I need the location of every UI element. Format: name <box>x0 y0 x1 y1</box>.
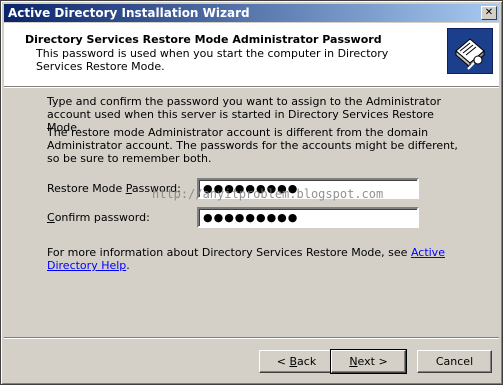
page-title: Directory Services Restore Mode Administ… <box>25 33 382 46</box>
close-button[interactable]: ✕ <box>481 6 497 20</box>
page-subtitle: This password is used when you start the… <box>36 47 389 73</box>
wizard-window: Active Directory Installation Wizard ✕ D… <box>0 0 503 385</box>
confirm-password-field[interactable]: ●●●●●●●●● <box>197 207 419 228</box>
back-button[interactable]: < Back <box>259 350 334 373</box>
window-title: Active Directory Installation Wizard <box>8 6 250 20</box>
close-icon: ✕ <box>484 7 494 18</box>
directory-book-icon <box>447 28 493 74</box>
next-button[interactable]: Next > <box>330 349 407 374</box>
watermark-text: http://anyitproblem.blogspot.com <box>152 187 384 201</box>
wizard-header: Directory Services Restore Mode Administ… <box>4 23 499 87</box>
header-divider <box>4 87 499 88</box>
cancel-button[interactable]: Cancel <box>417 350 492 373</box>
title-bar[interactable]: Active Directory Installation Wizard ✕ <box>4 4 499 22</box>
confirm-password-label: Confirm password: <box>47 211 150 224</box>
help-text: For more information about Directory Ser… <box>47 246 445 272</box>
footer-divider <box>4 337 499 339</box>
info-text: The restore mode Administrator account i… <box>47 126 458 165</box>
